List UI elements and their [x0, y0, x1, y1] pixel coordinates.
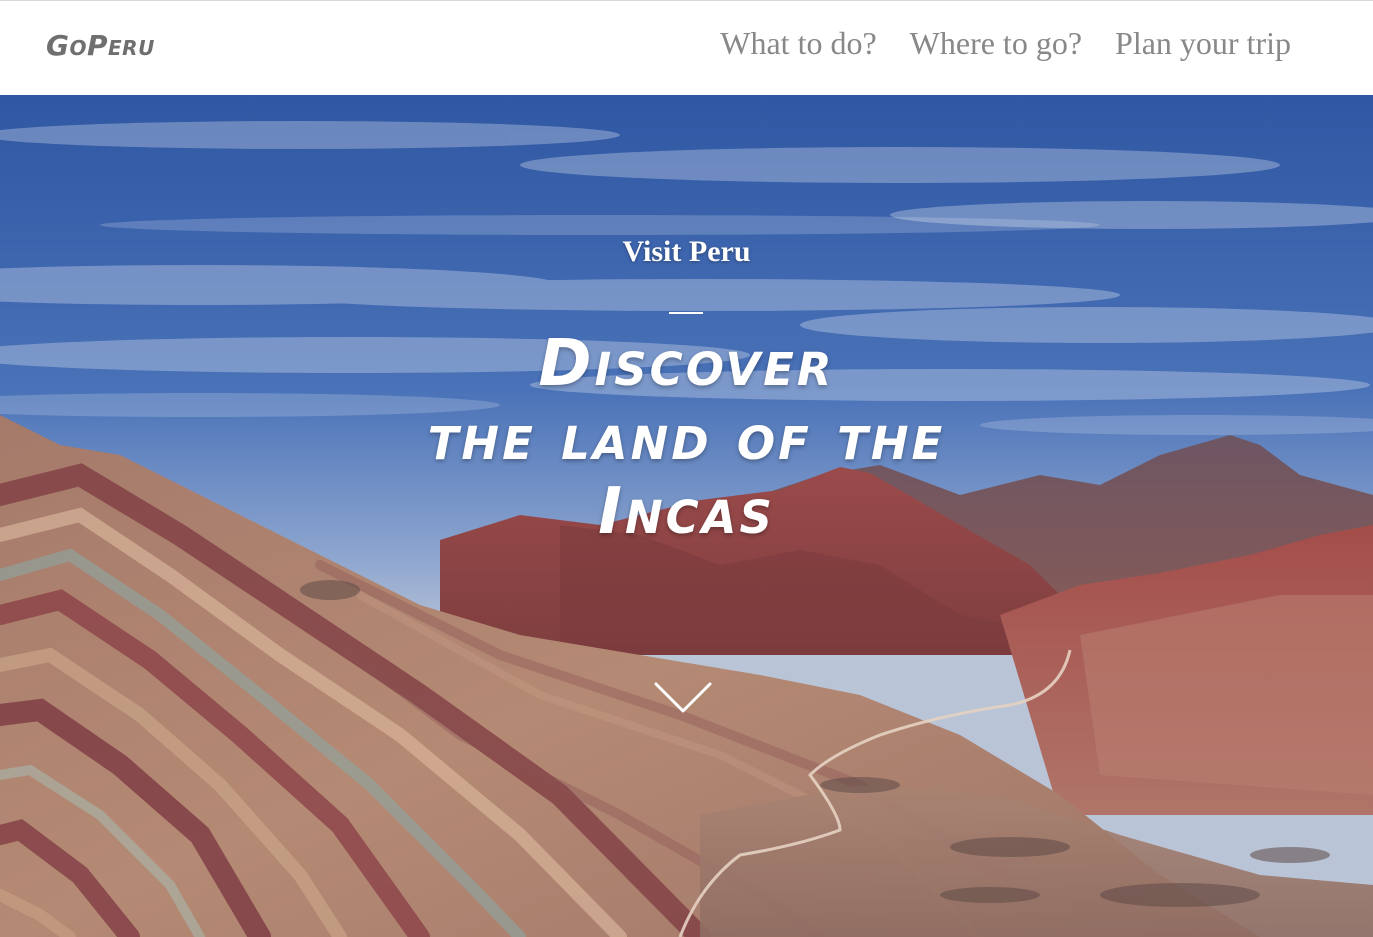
hero-title: Discover the land of the Incas: [0, 327, 1373, 549]
hero-title-line-2: the land of the: [427, 401, 946, 475]
hero-divider: [669, 312, 703, 314]
logo[interactable]: GoPeru: [46, 29, 155, 62]
nav-link-plan-your-trip[interactable]: Plan your trip: [1115, 25, 1291, 62]
hero-section: Visit Peru Discover the land of the Inca…: [0, 95, 1373, 937]
hero-title-line-3: Incas: [598, 475, 775, 549]
page: GoPeru What to do? Where to go? Plan you…: [0, 0, 1373, 937]
chevron-down-icon[interactable]: [654, 681, 712, 715]
hero-eyebrow: Visit Peru: [622, 235, 751, 268]
nav-link-what-to-do[interactable]: What to do?: [720, 25, 876, 62]
hero-title-line-1: Discover: [538, 327, 835, 401]
main-nav: What to do? Where to go? Plan your trip: [720, 25, 1291, 62]
top-navbar: GoPeru What to do? Where to go? Plan you…: [0, 0, 1373, 95]
nav-link-where-to-go[interactable]: Where to go?: [910, 25, 1082, 62]
